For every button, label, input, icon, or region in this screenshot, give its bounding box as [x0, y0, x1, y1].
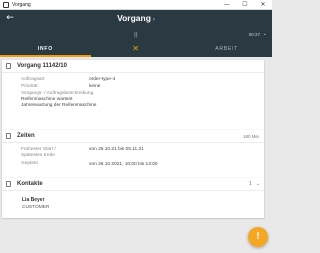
contact-role: CUSTOMER — [22, 205, 50, 210]
calendar-icon — [6, 133, 11, 139]
timer-display[interactable]: 00:27 — [249, 32, 260, 37]
field-value: order-type-4 — [89, 77, 116, 82]
chevron-down-icon[interactable]: ⌄ — [256, 181, 260, 187]
window-title: Vorgang — [12, 1, 31, 8]
window-controls: — ☐ ✕ — [218, 0, 272, 9]
alert-fab-button[interactable]: ! — [248, 227, 268, 247]
vorgang-card-body: Auftragsart order-type-4 Priorität keine… — [2, 73, 264, 109]
kontakte-title: Kontakte — [17, 181, 43, 187]
tab-arbeit-label: ARBEIT — [215, 45, 239, 52]
tab-arbeit[interactable]: ARBEIT — [181, 40, 272, 57]
app-window-icon — [3, 1, 9, 8]
zeiten-card-header: Zeiten 180 Min — [2, 130, 264, 143]
vorgang-card-header: Vorgang 11142/10 — [2, 60, 264, 73]
kontakte-controls: 1 ⌄ — [249, 181, 260, 187]
contact-name[interactable]: Lia Beyer — [22, 196, 264, 204]
app-bar: ← Vorgang › || 00:27 ⌄ — [0, 10, 272, 40]
zeiten-card: Zeiten 180 Min Frühester Start / Spätest… — [2, 130, 264, 178]
tools-icon: ✕ — [132, 44, 140, 53]
field-label: Priorität — [21, 84, 38, 89]
clipboard-icon — [6, 63, 11, 69]
field-row-auftragsart: Auftragsart order-type-4 — [21, 76, 264, 83]
close-icon[interactable]: ✕ — [254, 0, 272, 9]
chevron-down-icon[interactable]: ⌄ — [263, 31, 267, 37]
time-row-window: Frühester Start / Spätestes Ende von 25.… — [21, 147, 264, 158]
contact-book-icon — [6, 181, 11, 187]
page-title-text: Vorgang — [117, 13, 151, 23]
pause-icon[interactable]: || — [134, 32, 138, 38]
maximize-icon[interactable]: ☐ — [236, 0, 254, 9]
chevron-right-icon: › — [152, 17, 155, 23]
tab-info-label: INFO — [37, 45, 53, 52]
zeiten-title: Zeiten — [17, 133, 35, 139]
contact-list: Lia Beyer CUSTOMER — [2, 191, 264, 211]
description-line: Jahreswartung der Reifenmaschine — [21, 103, 97, 108]
planned-label: Geplant — [21, 161, 38, 166]
field-row-prioritaet: Priorität keine — [21, 83, 264, 90]
page-title[interactable]: Vorgang › — [0, 13, 272, 23]
time-label-line: Spätestes Ende — [21, 152, 55, 158]
field-value: keine — [89, 84, 101, 89]
tab-tools[interactable]: ✕ — [91, 40, 182, 57]
tab-info[interactable]: INFO — [0, 40, 91, 57]
time-row-planned: Geplant von 26.10.2021, 10:00 bis 13:00 — [21, 161, 264, 168]
kontakte-card: Kontakte 1 ⌄ Lia Beyer CUSTOMER — [2, 178, 264, 218]
zeiten-card-body: Frühester Start / Spätestes Ende von 25.… — [2, 143, 264, 168]
minimize-icon[interactable]: — — [218, 0, 236, 9]
vorgang-title: Vorgang 11142/10 — [17, 63, 67, 69]
time-window-label: Frühester Start / Spätestes Ende — [21, 147, 89, 158]
field-label: Auftragsart — [21, 77, 45, 82]
window-titlebar: Vorgang — ☐ ✕ — [0, 0, 272, 10]
duration-badge: 180 Min — [242, 133, 259, 139]
contact-count: 1 — [249, 181, 252, 187]
time-window-value: von 25.10.21 bis 05.11.21 — [89, 147, 144, 152]
planned-value: von 26.10.2021, 10:00 bis 13:00 — [89, 162, 158, 167]
kontakte-card-header[interactable]: Kontakte 1 ⌄ — [2, 178, 264, 191]
vorgang-card: Vorgang 11142/10 Auftragsart order-type-… — [2, 60, 264, 130]
tab-bar: INFO ✕ ARBEIT — [0, 40, 272, 57]
